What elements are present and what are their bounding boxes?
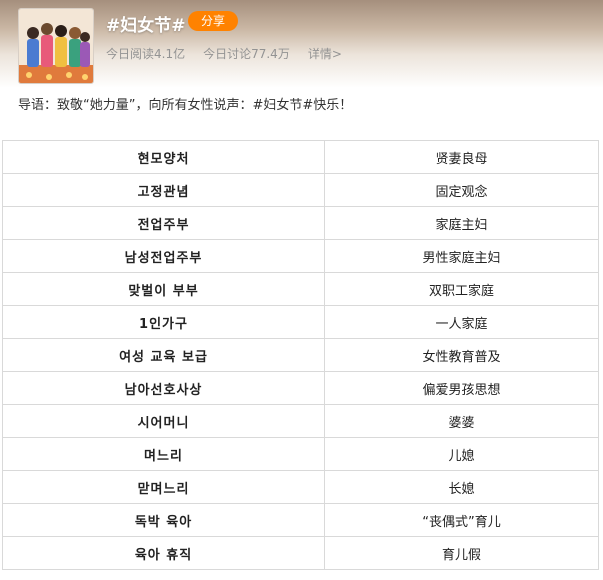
- table-row: 맞벌이 부부 双职工家庭: [2, 272, 599, 306]
- table-row: 현모양처 贤妻良母: [2, 140, 599, 174]
- vocabulary-table: 현모양처 贤妻良母 고정관념 固定观念 전업주부 家庭主妇 남성전업주부 男性家庭主妇 맞벌이 …: [2, 140, 599, 570]
- details-link[interactable]: 详情>: [308, 45, 342, 62]
- topic-title: #妇女节#: [106, 16, 186, 36]
- korean-term-cell: 시어머니: [2, 404, 325, 438]
- table-row: 고정관념 固定观念: [2, 173, 599, 207]
- chinese-term-cell: 固定观念: [324, 173, 599, 207]
- korean-term-cell: 전업주부: [2, 206, 325, 240]
- table-row: 육아 휴직 育儿假: [2, 536, 599, 570]
- table-row: 시어머니 婆婆: [2, 404, 599, 438]
- share-button[interactable]: 分享: [188, 11, 239, 31]
- chinese-term-cell: 育儿假: [324, 536, 599, 570]
- korean-term-cell: 독박 육아: [2, 503, 325, 537]
- korean-term-cell: 고정관념: [2, 173, 325, 207]
- chinese-term-cell: 双职工家庭: [324, 272, 599, 306]
- chinese-term-cell: 男性家庭主妇: [324, 239, 599, 273]
- table-row: 독박 육아 “丧偶式”育儿: [2, 503, 599, 537]
- read-count: 今日阅读4.1亿: [106, 47, 186, 61]
- table-row: 남아선호사상 偏爱男孩思想: [2, 371, 599, 405]
- korean-term-cell: 며느리: [2, 437, 325, 471]
- table-row: 전업주부 家庭主妇: [2, 206, 599, 240]
- discussion-count: 今日讨论77.4万: [203, 47, 290, 61]
- korean-term-cell: 육아 휴직: [2, 536, 325, 570]
- table-row: 남성전업주부 男性家庭主妇: [2, 239, 599, 273]
- table-row: 맏며느리 长媳: [2, 470, 599, 504]
- topic-intro: 导语：致敬“她力量”，向所有女性说声：#妇女节#快乐！: [18, 98, 353, 113]
- chinese-term-cell: 女性教育普及: [324, 338, 599, 372]
- korean-term-cell: 남성전업주부: [2, 239, 325, 273]
- korean-term-cell: 여성 교육 보급: [2, 338, 325, 372]
- topic-stats: 今日阅读4.1亿 今日讨论77.4万 详情>: [106, 45, 342, 62]
- korean-term-cell: 현모양처: [2, 140, 325, 174]
- chinese-term-cell: 婆婆: [324, 404, 599, 438]
- korean-term-cell: 맞벌이 부부: [2, 272, 325, 306]
- chinese-term-cell: 长媳: [324, 470, 599, 504]
- chinese-term-cell: 儿媳: [324, 437, 599, 471]
- korean-term-cell: 남아선호사상: [2, 371, 325, 405]
- topic-cover-image[interactable]: [18, 8, 94, 84]
- chinese-term-cell: 贤妻良母: [324, 140, 599, 174]
- korean-term-cell: 1인가구: [2, 305, 325, 339]
- table-row: 며느리 儿媳: [2, 437, 599, 471]
- chinese-term-cell: 偏爱男孩思想: [324, 371, 599, 405]
- chinese-term-cell: 一人家庭: [324, 305, 599, 339]
- table-row: 여성 교육 보급 女性教育普及: [2, 338, 599, 372]
- chinese-term-cell: “丧偶式”育儿: [324, 503, 599, 537]
- topic-header: #妇女节# 分享 今日阅读4.1亿 今日讨论77.4万 详情>: [0, 0, 603, 88]
- korean-term-cell: 맏며느리: [2, 470, 325, 504]
- chinese-term-cell: 家庭主妇: [324, 206, 599, 240]
- table-row: 1인가구 一人家庭: [2, 305, 599, 339]
